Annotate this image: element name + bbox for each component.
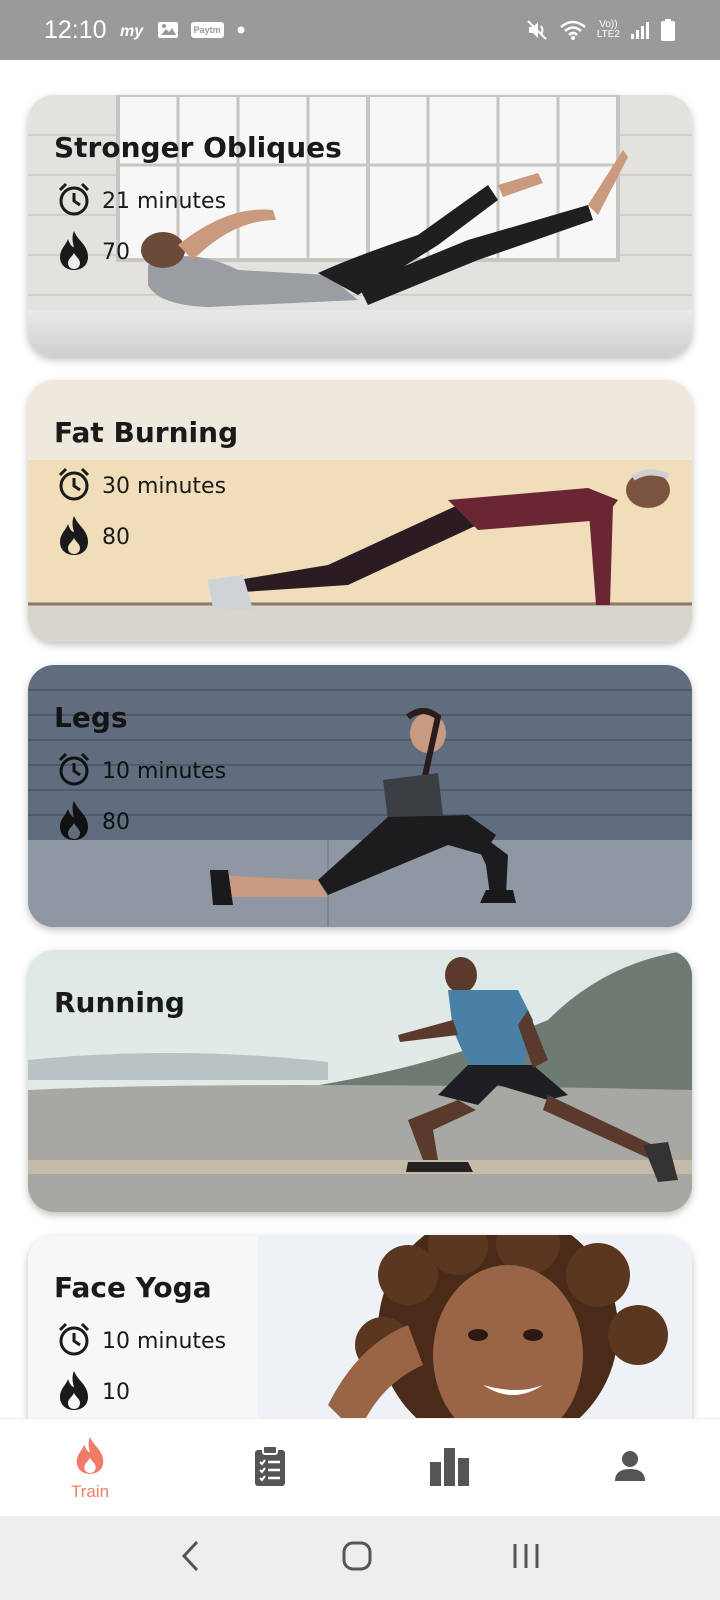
network-label: Vo)) LTE2 <box>596 19 620 40</box>
calories-row: 10 <box>56 1369 130 1415</box>
system-nav-bar <box>0 1516 720 1600</box>
alarm-clock-icon <box>56 1321 92 1361</box>
alarm-clock-icon <box>56 181 92 221</box>
status-bar: 12:10 my Paytm Vo)) LTE2 <box>0 0 720 60</box>
svg-text:my: my <box>120 23 144 40</box>
back-icon[interactable] <box>179 1539 203 1577</box>
clipboard-icon <box>253 1444 287 1491</box>
calories-text: 10 <box>102 1379 130 1405</box>
calories-text: 80 <box>102 524 130 550</box>
duration-row: 21 minutes <box>56 181 226 221</box>
battery-icon <box>660 18 676 42</box>
flame-icon <box>56 514 92 560</box>
workout-title: Legs <box>54 701 128 734</box>
status-left-icons: my Paytm <box>119 20 246 40</box>
alarm-clock-icon <box>56 751 92 791</box>
duration-row: 30 minutes <box>56 466 226 506</box>
workout-list[interactable]: Stronger Obliques 21 minutes 70 Fat Burn… <box>0 60 720 1418</box>
duration-text: 10 minutes <box>102 1328 227 1354</box>
home-icon[interactable] <box>341 1540 373 1576</box>
flame-icon <box>56 1369 92 1415</box>
workout-title: Stronger Obliques <box>54 131 342 164</box>
nav-label-train: Train <box>70 1481 110 1501</box>
duration-text: 21 minutes <box>102 188 227 214</box>
alarm-clock-icon <box>56 466 92 506</box>
flame-icon <box>56 229 92 275</box>
calories-row: 80 <box>56 514 130 560</box>
status-right-icons: Vo)) LTE2 <box>525 18 676 42</box>
calories-row: 70 <box>56 229 130 275</box>
duration-row: 10 minutes <box>56 751 226 791</box>
workout-card-legs[interactable]: Legs 10 minutes 80 <box>28 665 692 927</box>
nav-item-stats[interactable] <box>360 1419 540 1516</box>
calories-row: 80 <box>56 799 130 845</box>
workout-card-stronger-obliques[interactable]: Stronger Obliques 21 minutes 70 <box>28 95 692 357</box>
recents-icon[interactable] <box>511 1541 541 1575</box>
workout-title: Face Yoga <box>54 1271 212 1304</box>
paytm-icon: Paytm <box>190 22 224 38</box>
duration-row: 10 minutes <box>56 1321 226 1361</box>
bottom-nav: Train <box>0 1418 720 1516</box>
duration-text: 30 minutes <box>102 473 227 499</box>
signal-icon <box>630 20 650 40</box>
nav-item-plan[interactable] <box>180 1419 360 1516</box>
bar-chart-icon <box>429 1446 471 1490</box>
workout-title: Running <box>54 986 185 1019</box>
calories-text: 80 <box>102 809 130 835</box>
workout-image <box>28 665 692 927</box>
workout-card-face-yoga[interactable]: Face Yoga 10 minutes 10 <box>28 1235 692 1418</box>
flame-icon <box>73 1434 107 1480</box>
calories-text: 70 <box>102 239 130 265</box>
flame-icon <box>56 799 92 845</box>
person-icon <box>614 1450 646 1486</box>
nav-item-train[interactable]: Train <box>0 1419 180 1516</box>
nav-item-profile[interactable] <box>540 1419 720 1516</box>
wifi-icon <box>559 19 587 41</box>
mute-icon <box>525 18 549 42</box>
dot-icon <box>236 25 246 35</box>
myjio-icon: my <box>119 20 145 40</box>
workout-title: Fat Burning <box>54 416 239 449</box>
status-time: 12:10 <box>44 15 107 44</box>
workout-card-fat-burning[interactable]: Fat Burning 30 minutes 80 <box>28 380 692 642</box>
gallery-icon <box>157 20 179 40</box>
workout-card-running[interactable]: Running <box>28 950 692 1212</box>
duration-text: 10 minutes <box>102 758 227 784</box>
